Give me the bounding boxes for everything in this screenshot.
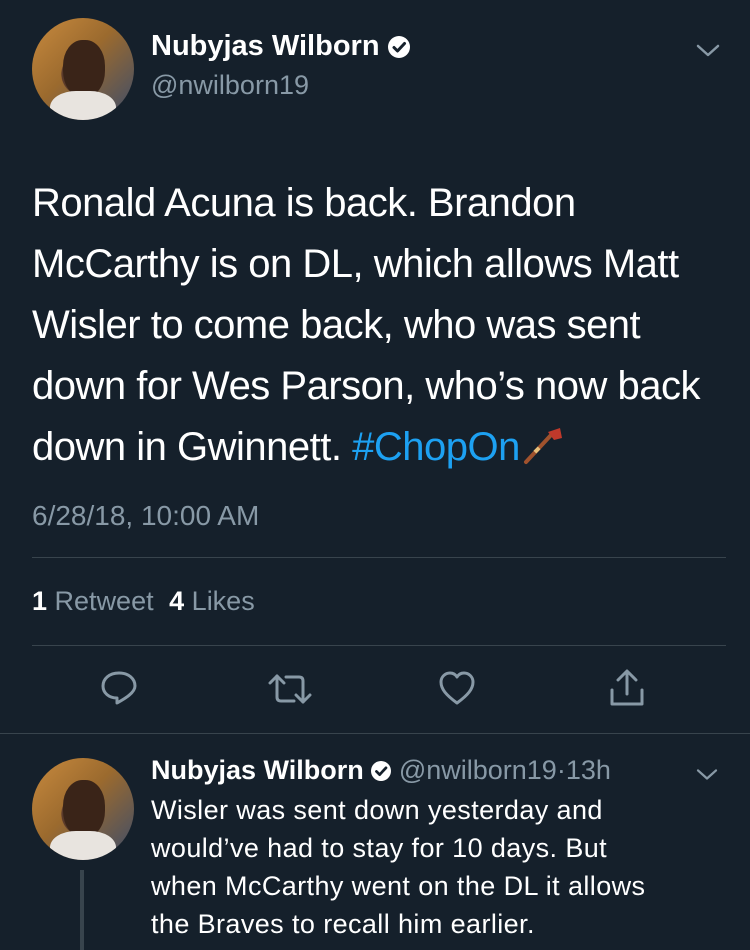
retweet-button[interactable] bbox=[268, 672, 312, 706]
verified-badge-icon bbox=[387, 36, 410, 58]
like-button[interactable] bbox=[438, 670, 476, 706]
chevron-down-icon[interactable] bbox=[694, 40, 722, 60]
likes-link[interactable]: 4 Likes bbox=[169, 586, 255, 616]
tweet-text-line: down for Wes Parson, who’s now back bbox=[32, 364, 701, 408]
reply-button[interactable] bbox=[100, 670, 138, 706]
retweet-label: Retweet bbox=[54, 586, 154, 616]
reply-author-avatar[interactable] bbox=[32, 758, 134, 860]
reply-text-line: would’ve had to stay for 10 days. But bbox=[151, 833, 608, 863]
tweet-text-line: down in Gwinnett. bbox=[32, 425, 342, 469]
verified-badge-icon bbox=[371, 761, 392, 781]
hashtag-link[interactable]: #ChopOn bbox=[352, 425, 520, 469]
author-avatar[interactable] bbox=[32, 18, 134, 120]
share-icon bbox=[608, 668, 646, 708]
share-button[interactable] bbox=[608, 668, 646, 708]
reply-text: Wisler was sent down yesterday and would… bbox=[151, 791, 741, 943]
like-label: Likes bbox=[191, 586, 255, 616]
author-handle[interactable]: @nwilborn19 bbox=[151, 70, 309, 101]
separator-dot: · bbox=[556, 755, 566, 785]
retweets-link[interactable]: 1 Retweet bbox=[32, 586, 161, 616]
divider bbox=[32, 645, 726, 646]
tweet-text-line-last: down in Gwinnett. #ChopOn bbox=[32, 417, 732, 478]
reply-text-line: Wisler was sent down yesterday and bbox=[151, 795, 603, 825]
thread-line bbox=[80, 870, 84, 950]
divider bbox=[0, 733, 750, 734]
tomahawk-emoji-icon bbox=[520, 423, 564, 464]
tweet-text-line: Wisler to come back, who was sent bbox=[32, 303, 641, 347]
reply-text-line: when McCarthy went on the DL it allows bbox=[151, 871, 646, 901]
chevron-down-icon[interactable] bbox=[694, 765, 720, 783]
reply-text-line: the Braves to recall him earlier. bbox=[151, 909, 535, 939]
reply-icon bbox=[100, 670, 138, 706]
tweet-text-line: McCarthy is on DL, which allows Matt bbox=[32, 242, 679, 286]
reply-header: Nubyjas Wilborn @nwilborn19·13h bbox=[151, 755, 611, 786]
retweet-count: 1 bbox=[32, 586, 48, 616]
tweet-timestamp[interactable]: 6/28/18, 10:00 AM bbox=[32, 500, 259, 532]
author-name[interactable]: Nubyjas Wilborn bbox=[151, 30, 410, 63]
tweet-text: Ronald Acuna is back. Brandon McCarthy i… bbox=[32, 173, 732, 478]
reply-author-name[interactable]: Nubyjas Wilborn bbox=[151, 755, 364, 785]
author-name-text: Nubyjas Wilborn bbox=[151, 30, 380, 62]
reply-time[interactable]: 13h bbox=[566, 755, 611, 785]
tweet-stats: 1 Retweet 4 Likes bbox=[32, 586, 255, 617]
like-icon bbox=[438, 670, 476, 706]
divider bbox=[32, 557, 726, 558]
retweet-icon bbox=[268, 672, 312, 706]
like-count: 4 bbox=[169, 586, 185, 616]
tweet-text-line: Ronald Acuna is back. Brandon bbox=[32, 181, 576, 225]
reply-author-handle[interactable]: @nwilborn19 bbox=[399, 755, 557, 785]
